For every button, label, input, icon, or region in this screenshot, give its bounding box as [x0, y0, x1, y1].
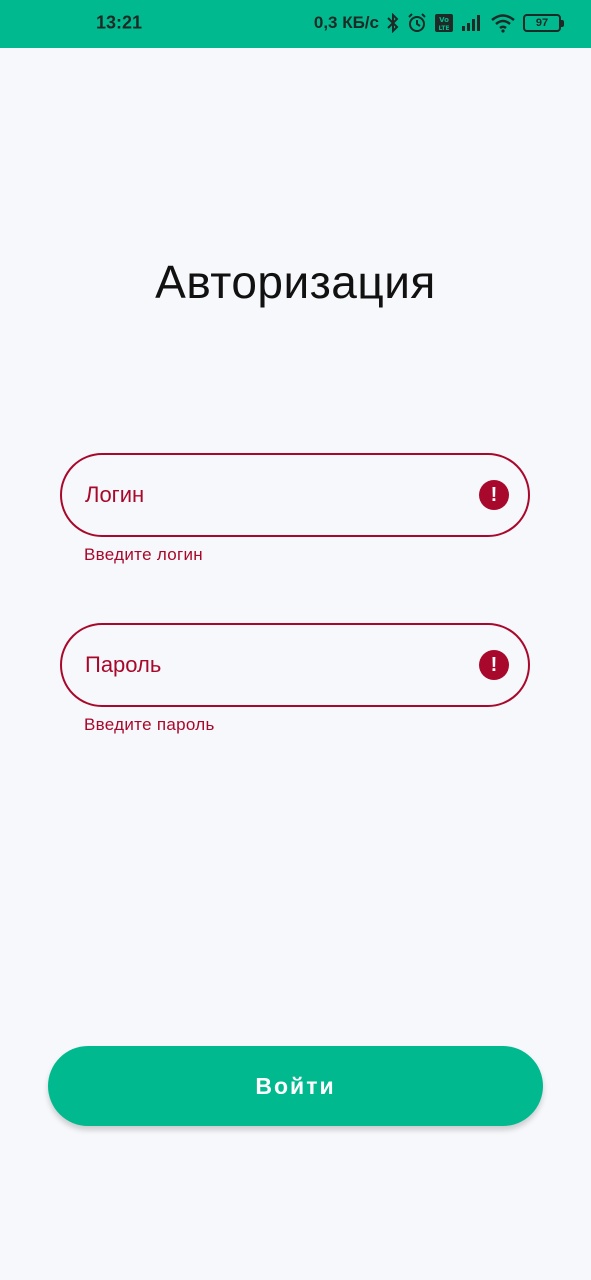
page-title: Авторизация [155, 256, 436, 308]
status-icons: 0,3 КБ/с Vo LTE 97 [313, 13, 564, 33]
battery-icon: 97 [523, 14, 564, 32]
status-bar: 13:21 0,3 КБ/с Vo LTE 97 [0, 0, 591, 48]
login-screen: 13:21 0,3 КБ/с VoLTE 97 Авторизация ! Вв [0, 0, 591, 1280]
password-error-text: Введите пароль [84, 715, 215, 734]
alarm-icon [407, 13, 427, 33]
signal-icon [461, 14, 483, 32]
login-button[interactable]: Войти [48, 1046, 543, 1126]
status-time: 13:21 [96, 12, 143, 33]
login-input[interactable] [62, 482, 479, 508]
svg-text:LTE: LTE [438, 25, 449, 32]
login-field[interactable]: ! [60, 453, 530, 537]
network-speed: 0,3 КБ/с [313, 13, 379, 32]
error-icon: ! [479, 650, 509, 680]
wifi-icon [490, 13, 516, 33]
error-icon: ! [479, 480, 509, 510]
volte-icon: Vo LTE [434, 13, 454, 33]
password-input[interactable] [62, 652, 479, 678]
svg-text:Vo: Vo [439, 16, 449, 24]
login-error-text: Введите логин [84, 545, 203, 564]
password-field[interactable]: ! [60, 623, 530, 707]
bluetooth-icon [386, 13, 400, 33]
